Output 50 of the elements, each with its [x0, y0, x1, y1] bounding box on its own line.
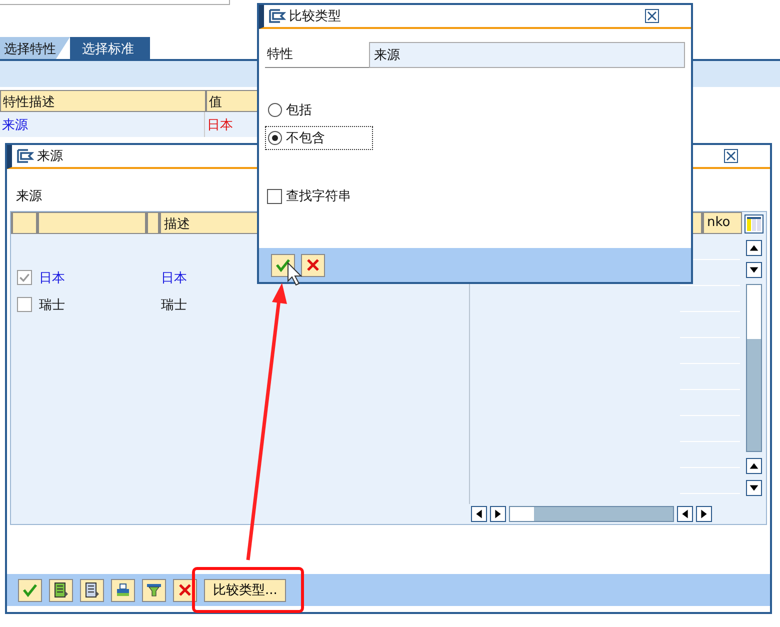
radio-button[interactable]: [268, 131, 282, 145]
check-icon: [18, 271, 31, 284]
window-title: 来源: [37, 148, 63, 165]
checkbox[interactable]: [17, 270, 32, 285]
close-icon[interactable]: [724, 149, 738, 163]
scroll-up-button[interactable]: [746, 458, 762, 474]
print-button[interactable]: [111, 578, 135, 602]
check-icon: [22, 582, 38, 598]
tab[interactable]: 选择特性: [0, 37, 70, 59]
scrollbar[interactable]: [746, 284, 762, 452]
window-icon: [268, 9, 286, 23]
compare-type-button[interactable]: 比较类型...: [204, 578, 286, 602]
check-icon: [275, 257, 291, 273]
column-settings-icon[interactable]: [744, 214, 764, 234]
column-header: 特性描述: [0, 90, 206, 112]
checkbox[interactable]: [267, 188, 282, 204]
print-icon: [115, 582, 131, 598]
radio-option[interactable]: 不包含: [265, 126, 373, 150]
column-header: nko: [702, 212, 742, 234]
tab[interactable]: 选择标准: [70, 37, 150, 59]
scrollbar[interactable]: [509, 506, 674, 522]
cancel-icon: [305, 257, 321, 273]
scroll-right-button[interactable]: [696, 506, 712, 522]
checkbox-label: 查找字符串: [286, 188, 351, 205]
filter-icon: [146, 582, 162, 598]
dialog-title: 比较类型: [289, 8, 341, 25]
scroll-down-button[interactable]: [746, 480, 762, 496]
checkbox[interactable]: [17, 297, 32, 312]
scroll-left-button[interactable]: [471, 506, 487, 522]
table-cell-text: 瑞士: [161, 296, 187, 314]
scroll-up-button[interactable]: [746, 240, 762, 256]
input-field[interactable]: 来源: [369, 42, 685, 68]
list-button[interactable]: [49, 578, 73, 602]
scroll-left-button[interactable]: [677, 506, 693, 522]
cancel-icon: [177, 582, 193, 598]
list-button[interactable]: [80, 578, 104, 602]
table-cell: 来源: [0, 112, 205, 137]
radio-button[interactable]: [268, 103, 282, 117]
list-label: 来源: [15, 188, 43, 206]
window-icon: [16, 149, 34, 163]
list-icon: [84, 582, 100, 598]
filter-button[interactable]: [142, 578, 166, 602]
table-cell-text: 日本: [161, 270, 187, 286]
close-icon[interactable]: [645, 9, 659, 23]
cancel-button[interactable]: [301, 254, 325, 276]
list-icon: [53, 582, 69, 598]
scroll-right-button[interactable]: [490, 506, 506, 522]
scroll-down-button[interactable]: [746, 262, 762, 278]
table-cell-text: 瑞士: [39, 296, 66, 314]
table-cell-text: 日本: [39, 270, 66, 286]
